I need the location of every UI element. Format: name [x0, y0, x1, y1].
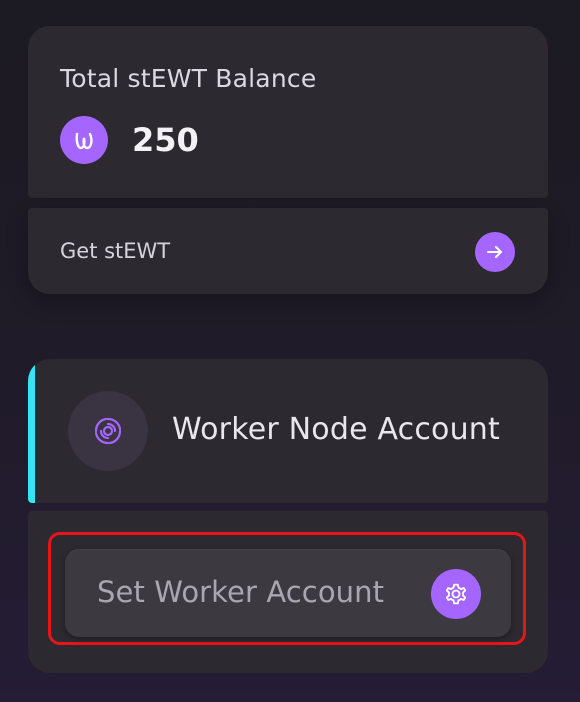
- balance-value: 250: [132, 121, 199, 159]
- get-stewt-label: Get stEWT: [60, 239, 171, 263]
- gear-icon[interactable]: [431, 569, 481, 619]
- active-indicator: [28, 359, 35, 503]
- worker-node-title: Worker Node Account: [172, 412, 500, 447]
- balance-title: Total stEWT Balance: [60, 64, 317, 93]
- worker-node-header: Worker Node Account: [28, 359, 548, 503]
- arrow-right-icon[interactable]: [475, 232, 515, 272]
- balance-panel: Total stEWT Balance 250: [28, 26, 548, 198]
- set-worker-account-button[interactable]: Set Worker Account: [65, 549, 511, 637]
- balance-card: Total stEWT Balance 250 Get stEWT: [28, 26, 548, 294]
- get-stewt-row[interactable]: Get stEWT: [28, 208, 548, 294]
- worker-node-icon: [68, 391, 148, 471]
- ewt-token-icon: [60, 116, 108, 164]
- worker-actions-panel: Set Worker Account: [28, 511, 548, 673]
- set-worker-account-label: Set Worker Account: [97, 575, 385, 609]
- worker-node-card: Worker Node Account Set Worker Account: [28, 359, 548, 673]
